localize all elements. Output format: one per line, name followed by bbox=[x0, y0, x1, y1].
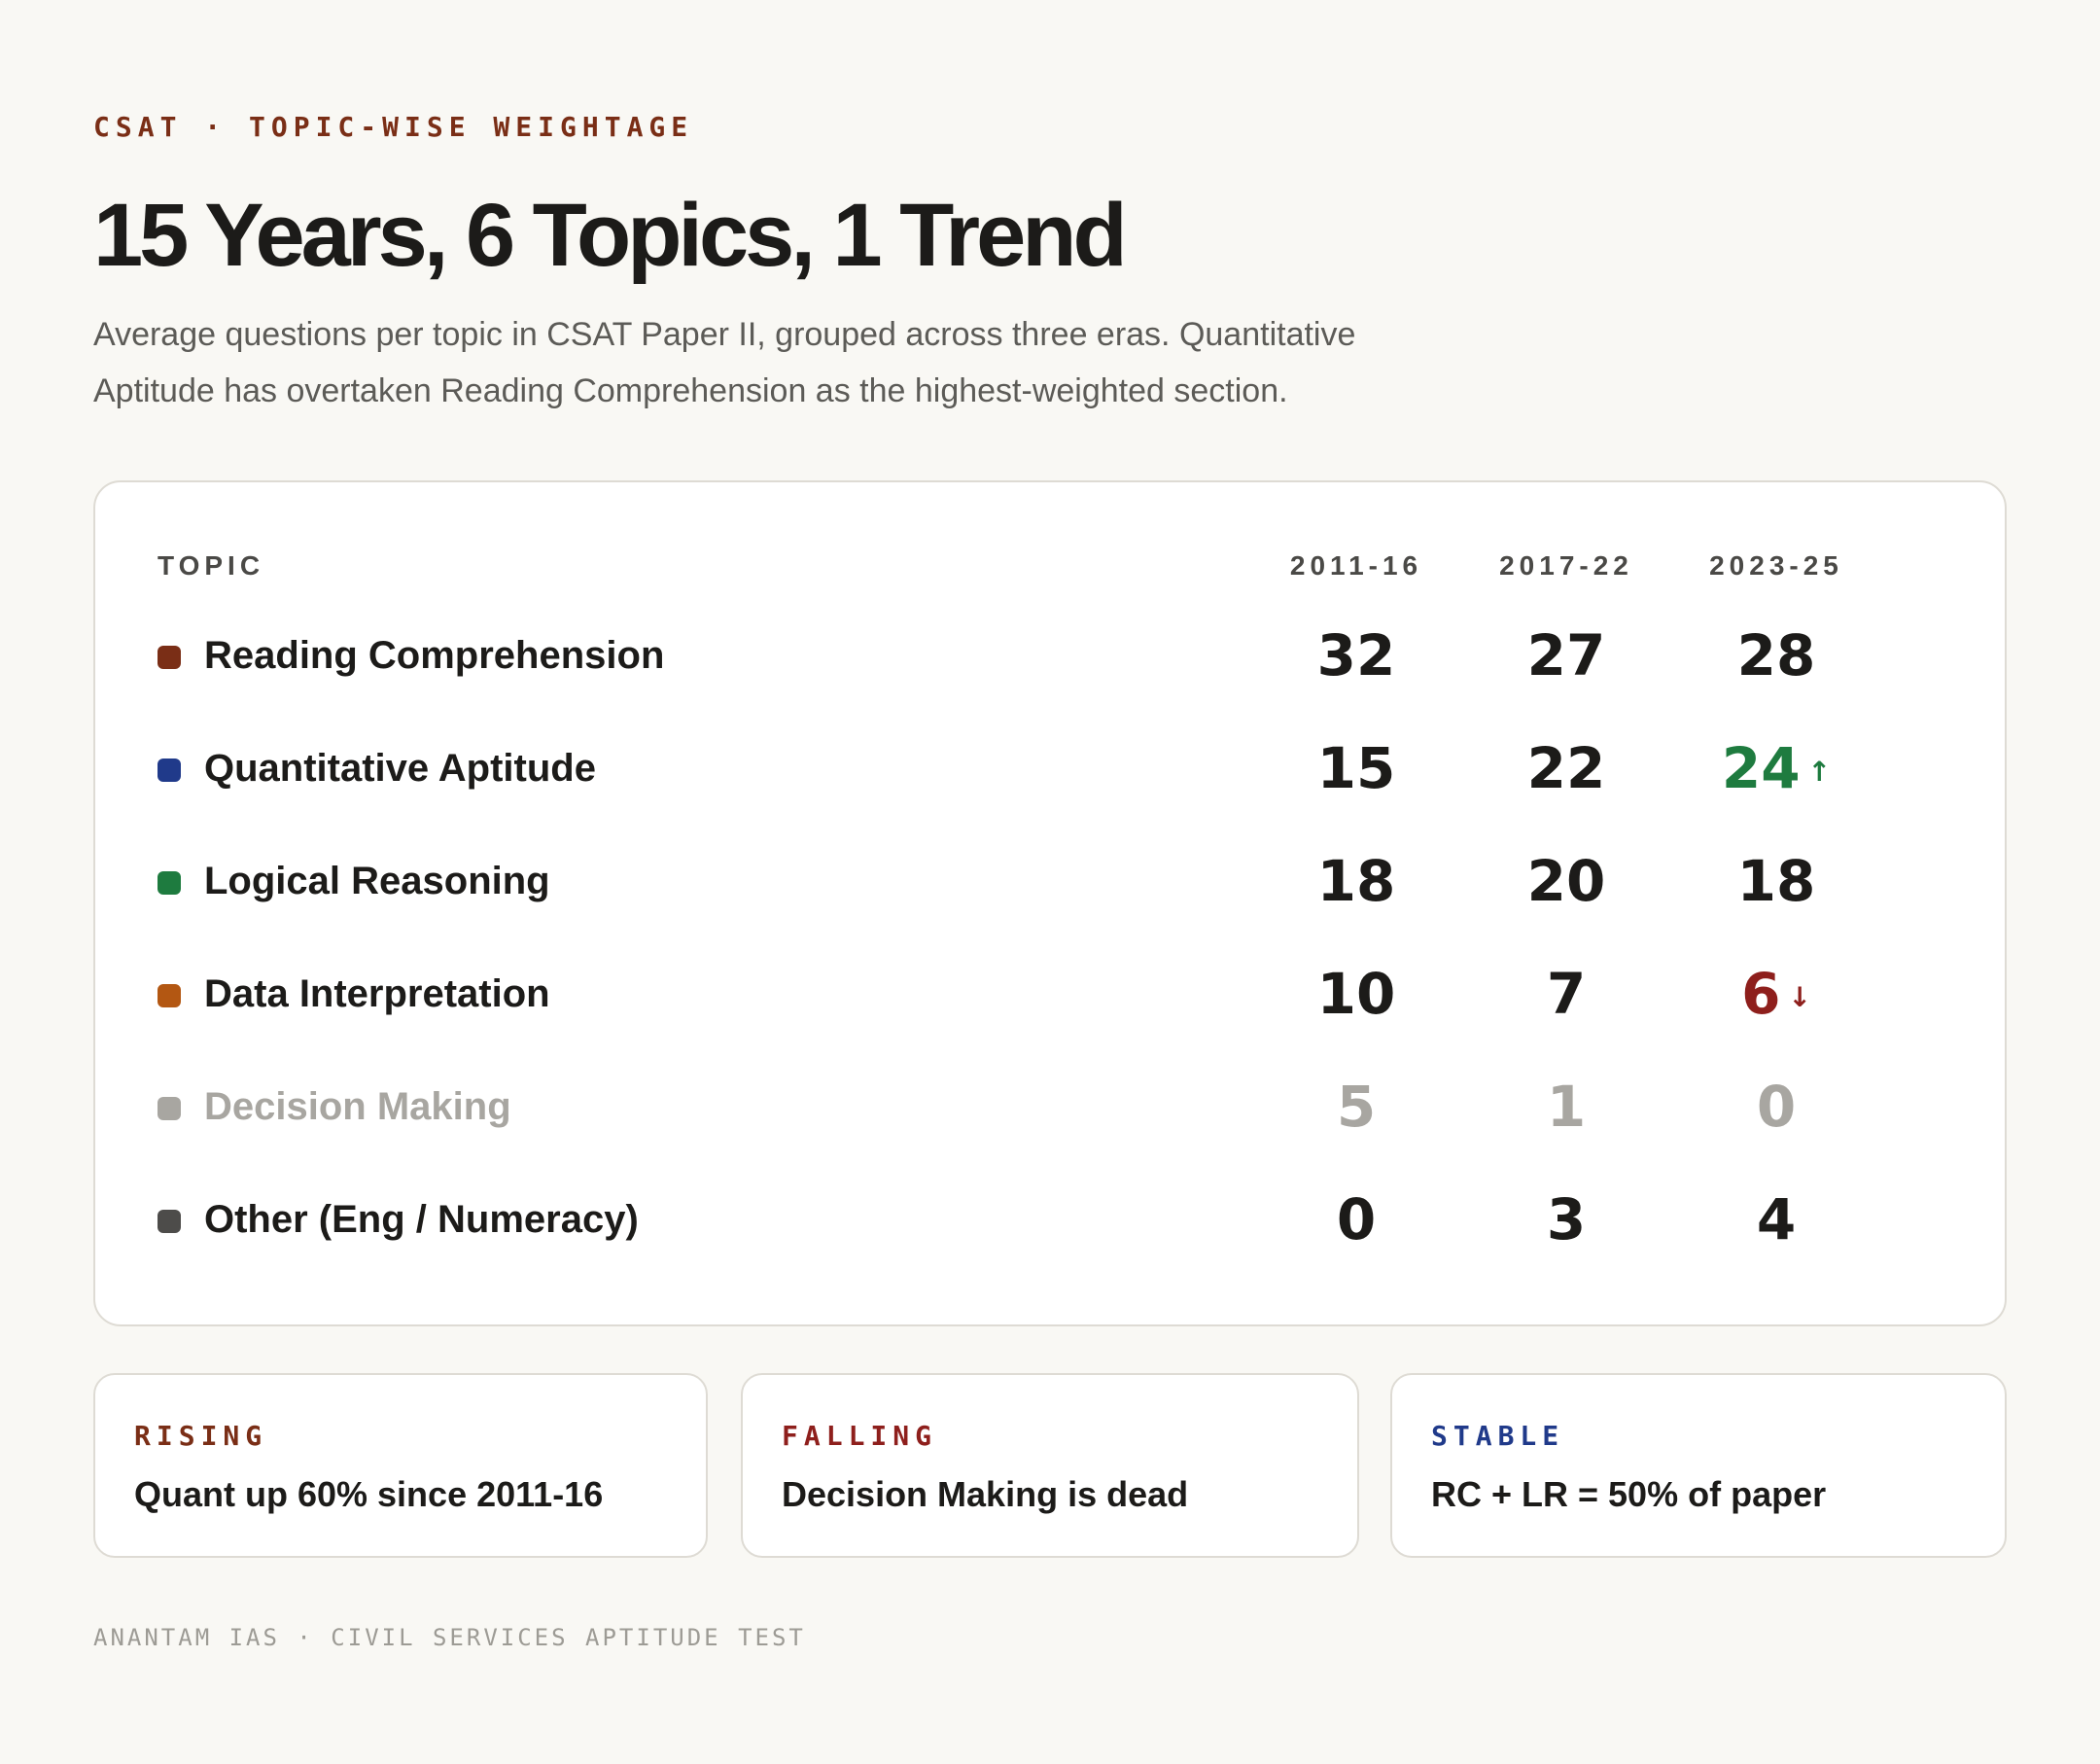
table-row: Decision Making 5 1 0 bbox=[93, 1052, 2007, 1165]
topic-label: Data Interpretation bbox=[204, 972, 550, 1015]
value-cell: 0 bbox=[1679, 1074, 1873, 1140]
topic-color-dot bbox=[158, 646, 181, 669]
insight-card-rising: RISING Quant up 60% since 2011-16 bbox=[93, 1373, 708, 1558]
topic-color-dot bbox=[158, 1097, 181, 1120]
value-number: 10 bbox=[1316, 961, 1396, 1027]
value-number: 5 bbox=[1336, 1074, 1377, 1140]
value-number: 4 bbox=[1756, 1186, 1797, 1252]
value-cell: 10 bbox=[1259, 961, 1453, 1027]
value-number: 28 bbox=[1736, 622, 1816, 688]
value-cell: 22 bbox=[1469, 735, 1663, 801]
value-cell: 7 bbox=[1469, 961, 1663, 1027]
footer-credit: ANANTAM IAS · CIVIL SERVICES APTITUDE TE… bbox=[93, 1624, 806, 1651]
topic-label: Reading Comprehension bbox=[204, 634, 665, 677]
value-cell: 3 bbox=[1469, 1186, 1663, 1252]
value-cell: 27 bbox=[1469, 622, 1663, 688]
topic-label: Quantitative Aptitude bbox=[204, 747, 596, 790]
topic-color-dot bbox=[158, 984, 181, 1007]
value-number: 18 bbox=[1316, 848, 1396, 914]
eyebrow-label: CSAT · TOPIC-WISE WEIGHTAGE bbox=[93, 111, 694, 143]
card-tag: FALLING bbox=[782, 1420, 938, 1452]
value-cell: 4 bbox=[1679, 1186, 1873, 1252]
page-title: 15 Years, 6 Topics, 1 Trend bbox=[93, 186, 1128, 285]
value-number: 27 bbox=[1526, 622, 1606, 688]
card-text: RC + LR = 50% of paper bbox=[1431, 1474, 1827, 1514]
value-cell: 20 bbox=[1469, 848, 1663, 914]
insight-card-falling: FALLING Decision Making is dead bbox=[741, 1373, 1359, 1558]
topic-label: Decision Making bbox=[204, 1085, 511, 1128]
card-tag: RISING bbox=[134, 1420, 268, 1452]
value-number: 15 bbox=[1316, 735, 1396, 801]
insight-card-stable: STABLE RC + LR = 50% of paper bbox=[1390, 1373, 2007, 1558]
column-header-era: 2017-22 bbox=[1499, 550, 1633, 581]
value-number: 24 bbox=[1721, 735, 1801, 801]
page-subtitle: Average questions per topic in CSAT Pape… bbox=[93, 316, 1356, 409]
value-cell: 18 bbox=[1679, 848, 1873, 914]
table-row: Data Interpretation 10 7 6 ↓ bbox=[93, 939, 2007, 1052]
table-row: Other (Eng / Numeracy) 0 3 4 bbox=[93, 1165, 2007, 1278]
value-number: 3 bbox=[1546, 1186, 1587, 1252]
value-number: 0 bbox=[1756, 1074, 1797, 1140]
column-header-era: 2011-16 bbox=[1289, 550, 1423, 581]
value-number: 32 bbox=[1316, 622, 1396, 688]
value-number: 20 bbox=[1526, 848, 1606, 914]
topic-color-dot bbox=[158, 871, 181, 895]
arrow-up-icon: ↑ bbox=[1807, 756, 1832, 789]
value-cell: 24 ↑ bbox=[1679, 735, 1873, 801]
value-number: 6 bbox=[1741, 961, 1781, 1027]
column-header-topic: TOPIC bbox=[158, 550, 265, 581]
value-cell: 32 bbox=[1259, 622, 1453, 688]
value-number: 0 bbox=[1336, 1186, 1377, 1252]
value-number: 18 bbox=[1736, 848, 1816, 914]
value-cell: 1 bbox=[1469, 1074, 1663, 1140]
card-text: Decision Making is dead bbox=[782, 1474, 1189, 1514]
value-cell: 5 bbox=[1259, 1074, 1453, 1140]
card-tag: STABLE bbox=[1431, 1420, 1565, 1452]
arrow-down-icon: ↓ bbox=[1788, 981, 1811, 1014]
column-header-era: 2023-25 bbox=[1709, 550, 1843, 581]
table-row: Reading Comprehension 32 27 28 bbox=[93, 601, 2007, 714]
value-cell: 28 bbox=[1679, 622, 1873, 688]
table-row: Logical Reasoning 18 20 18 bbox=[93, 827, 2007, 939]
topic-color-dot bbox=[158, 1210, 181, 1233]
value-number: 22 bbox=[1526, 735, 1606, 801]
value-number: 1 bbox=[1546, 1074, 1587, 1140]
value-cell: 15 bbox=[1259, 735, 1453, 801]
topic-label: Other (Eng / Numeracy) bbox=[204, 1198, 639, 1241]
value-cell: 0 bbox=[1259, 1186, 1453, 1252]
topic-label: Logical Reasoning bbox=[204, 860, 550, 902]
value-number: 7 bbox=[1546, 961, 1587, 1027]
value-cell: 18 bbox=[1259, 848, 1453, 914]
card-text: Quant up 60% since 2011-16 bbox=[134, 1474, 604, 1514]
table-row: Quantitative Aptitude 15 22 24 ↑ bbox=[93, 714, 2007, 827]
value-cell: 6 ↓ bbox=[1679, 961, 1873, 1027]
topic-color-dot bbox=[158, 759, 181, 782]
